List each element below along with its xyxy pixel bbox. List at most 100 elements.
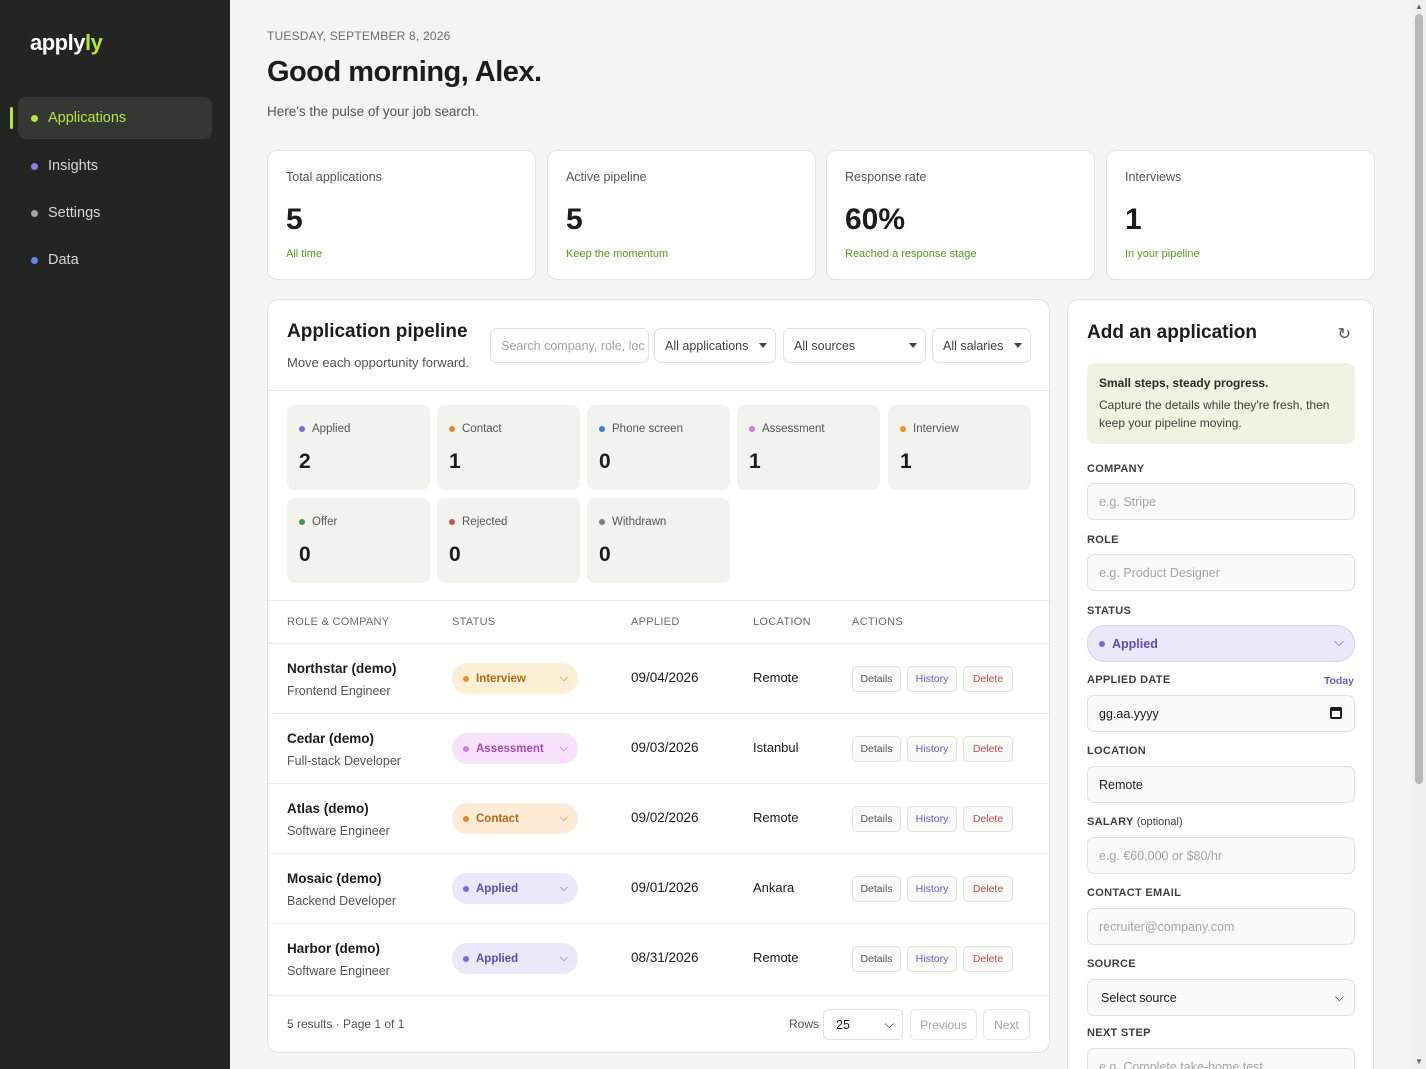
contact-email-label: CONTACT EMAIL: [1087, 887, 1182, 899]
sidebar-item-data[interactable]: Data: [18, 239, 212, 281]
status-value: Interview: [476, 672, 526, 685]
row-role: Software Engineer: [287, 824, 390, 838]
chevron-down-icon: ⌵: [559, 742, 568, 754]
calendar-icon[interactable]: [1330, 707, 1342, 719]
stage-tile-assessment[interactable]: Assessment 1: [737, 405, 880, 490]
refresh-icon[interactable]: ↻: [1338, 324, 1351, 344]
stage-count: 1: [749, 450, 761, 473]
sidebar-item-applications[interactable]: Applications: [18, 97, 212, 139]
status-label: STATUS: [1087, 605, 1132, 617]
delete-button[interactable]: Delete: [963, 806, 1013, 832]
row-company: Atlas (demo): [287, 801, 369, 816]
app-logo[interactable]: applyly: [30, 30, 103, 56]
company-label: COMPANY: [1087, 463, 1145, 475]
delete-button[interactable]: Delete: [963, 946, 1013, 972]
search-input[interactable]: Search company, role, loc: [490, 328, 649, 363]
scroll-down-icon[interactable]: ▼: [1415, 1058, 1423, 1066]
status-select[interactable]: Assessment ⌵: [452, 733, 578, 764]
stage-tile-offer[interactable]: Offer 0: [287, 498, 430, 583]
column-header-applied[interactable]: APPLIED: [631, 616, 680, 628]
column-header-location[interactable]: LOCATION: [753, 616, 811, 628]
salary-input[interactable]: e.g. €60,000 or $80/hr: [1087, 837, 1355, 874]
stat-card-response: Response rate 60% Reached a response sta…: [826, 150, 1095, 280]
source-select[interactable]: Select source ⌵: [1087, 979, 1355, 1016]
stat-hint: In your pipeline: [1125, 248, 1200, 260]
column-header-role-company[interactable]: ROLE & COMPANY: [287, 616, 389, 628]
row-company: Harbor (demo): [287, 941, 381, 956]
stat-label: Active pipeline: [566, 170, 647, 184]
scroll-up-icon[interactable]: ▲: [1415, 3, 1423, 11]
history-button[interactable]: History: [907, 876, 957, 902]
details-button[interactable]: Details: [852, 736, 901, 762]
sidebar-item-insights[interactable]: Insights: [18, 145, 212, 187]
details-button[interactable]: Details: [852, 806, 901, 832]
status-select[interactable]: Applied ⌵: [452, 873, 578, 904]
delete-button[interactable]: Delete: [963, 736, 1013, 762]
salaries-filter[interactable]: All salaries: [932, 328, 1031, 363]
stage-count: 1: [900, 450, 912, 473]
status-value: Applied: [476, 952, 519, 965]
tip-callout: Small steps, steady progress. Capture th…: [1087, 363, 1355, 444]
details-button[interactable]: Details: [852, 876, 901, 902]
status-value: Applied: [1112, 636, 1158, 651]
page-scrollbar[interactable]: ▲ ▼: [1412, 0, 1426, 1069]
rows-per-page-select[interactable]: 25 ⌵: [823, 1009, 903, 1040]
source-value: Select source: [1101, 990, 1177, 1005]
history-button[interactable]: History: [907, 946, 957, 972]
next-step-input[interactable]: e.g. Complete take-home test: [1087, 1048, 1355, 1069]
history-button[interactable]: History: [907, 806, 957, 832]
applied-date-input[interactable]: gg.aa.yyyy: [1087, 695, 1355, 732]
delete-button[interactable]: Delete: [963, 876, 1013, 902]
stage-count: 0: [299, 543, 311, 566]
filter-value: All applications: [665, 338, 749, 353]
scrollbar-thumb[interactable]: [1415, 14, 1423, 784]
row-company: Northstar (demo): [287, 661, 397, 676]
row-location: Ankara: [753, 880, 795, 895]
status-select[interactable]: Interview ⌵: [452, 663, 578, 694]
status-select[interactable]: Contact ⌵: [452, 803, 578, 834]
sidebar-item-settings[interactable]: Settings: [18, 192, 212, 234]
pipeline-title: Application pipeline: [287, 321, 468, 342]
stage-tile-phone-screen[interactable]: Phone screen 0: [587, 405, 730, 490]
page-subtitle: Here's the pulse of your job search.: [267, 104, 479, 119]
status-dot-icon: [1099, 641, 1105, 647]
caret-down-icon: [909, 343, 917, 348]
location-input[interactable]: Remote: [1087, 766, 1355, 803]
stage-dot-icon: [599, 426, 605, 432]
filter-value: All sources: [794, 338, 856, 353]
delete-button[interactable]: Delete: [963, 666, 1013, 692]
stage-tile-applied[interactable]: Applied 2: [287, 405, 430, 490]
status-dot-icon: [463, 746, 469, 752]
status-select[interactable]: Applied ⌵: [1087, 625, 1355, 662]
row-company: Cedar (demo): [287, 731, 375, 746]
stage-dot-icon: [299, 519, 305, 525]
add-application-panel: Add an application ↻ Small steps, steady…: [1067, 299, 1374, 1069]
next-page-button[interactable]: Next: [983, 1009, 1030, 1040]
applications-filter[interactable]: All applications: [654, 328, 776, 363]
company-input[interactable]: e.g. Stripe: [1087, 483, 1355, 520]
active-nav-indicator: [10, 107, 13, 129]
date-placeholder: gg.aa.yyyy: [1099, 706, 1159, 721]
stage-tile-contact[interactable]: Contact 1: [437, 405, 580, 490]
history-button[interactable]: History: [907, 666, 957, 692]
stage-tile-interview[interactable]: Interview 1: [888, 405, 1031, 490]
history-button[interactable]: History: [907, 736, 957, 762]
today-link[interactable]: Today: [1324, 675, 1354, 687]
sources-filter[interactable]: All sources: [783, 328, 926, 363]
details-button[interactable]: Details: [852, 666, 901, 692]
rows-label: Rows: [789, 1017, 820, 1031]
row-location: Remote: [753, 810, 799, 825]
divider: [268, 390, 1049, 391]
details-button[interactable]: Details: [852, 946, 901, 972]
stage-tile-withdrawn[interactable]: Withdrawn 0: [587, 498, 730, 583]
pipeline-subtitle: Move each opportunity forward.: [287, 355, 470, 370]
column-header-status[interactable]: STATUS: [452, 616, 496, 628]
column-header-actions: ACTIONS: [852, 616, 903, 628]
role-input[interactable]: e.g. Product Designer: [1087, 554, 1355, 591]
previous-page-button[interactable]: Previous: [910, 1009, 977, 1040]
page-title: Good morning, Alex.: [267, 56, 542, 88]
sidebar-item-label: Applications: [48, 110, 127, 126]
stage-tile-rejected[interactable]: Rejected 0: [437, 498, 580, 583]
contact-email-input[interactable]: recruiter@company.com: [1087, 908, 1355, 945]
status-select[interactable]: Applied ⌵: [452, 943, 578, 974]
